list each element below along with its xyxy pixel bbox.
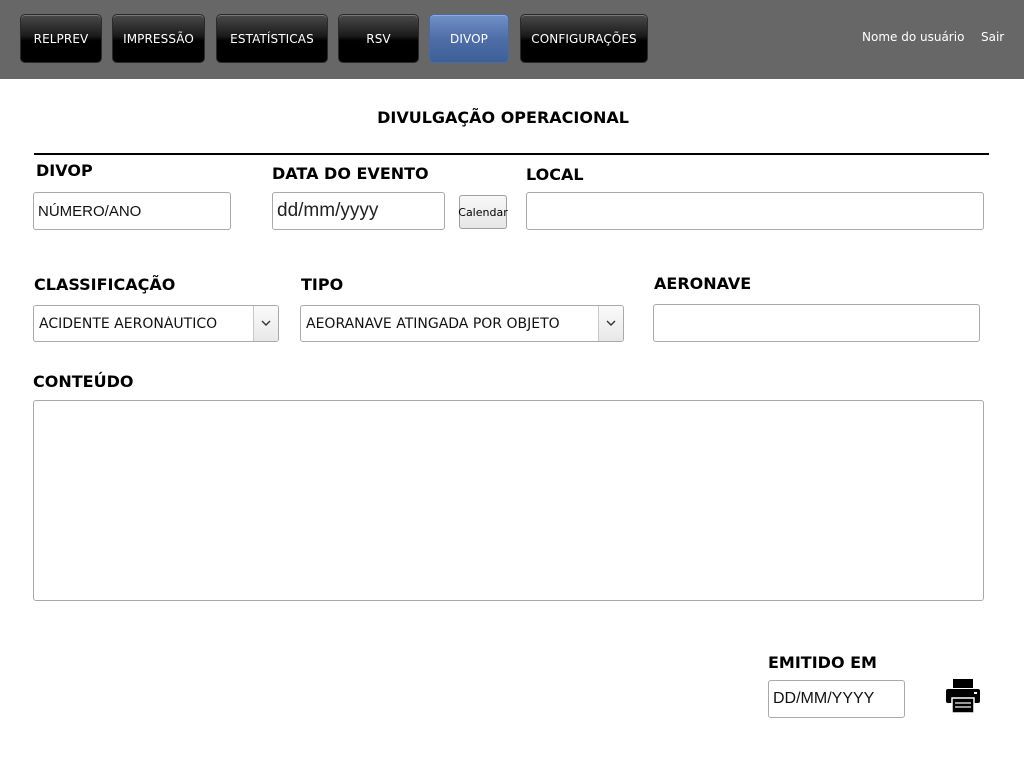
chevron-down-icon: [253, 306, 278, 341]
nav-tab-impressao[interactable]: IMPRESSÃO: [112, 14, 205, 63]
content-label: CONTEÚDO: [33, 372, 134, 391]
aircraft-field[interactable]: [653, 304, 980, 342]
nav-tab-rsv[interactable]: RSV: [338, 14, 419, 63]
content-textarea[interactable]: [33, 400, 984, 601]
top-navigation-bar: RELPREV IMPRESSÃO ESTATÍSTICAS RSV DIVOP…: [0, 0, 1024, 79]
local-label: LOCAL: [526, 165, 584, 184]
divop-label: DIVOP: [36, 161, 93, 180]
printer-icon[interactable]: [944, 677, 982, 715]
nav-tab-configuracoes[interactable]: CONFIGURAÇÕES: [520, 14, 648, 63]
logout-link[interactable]: Sair: [981, 30, 1004, 44]
type-select[interactable]: AEORANAVE ATINGADA POR OBJETO: [300, 305, 624, 342]
nav-tab-divop[interactable]: DIVOP: [429, 14, 509, 63]
classification-select[interactable]: ACIDENTE AERONÁUTICO: [33, 305, 279, 342]
divop-number-field[interactable]: NÚMERO/ANO: [33, 192, 231, 230]
event-date-label: DATA DO EVENTO: [272, 164, 429, 183]
classification-selected-value: ACIDENTE AERONÁUTICO: [39, 315, 218, 332]
issued-date-field[interactable]: DD/MM/YYYY: [768, 680, 905, 718]
event-date-field[interactable]: dd/mm/yyyy: [272, 192, 445, 230]
classification-label: CLASSIFICAÇÃO: [34, 275, 176, 294]
calendar-button[interactable]: Calendar: [458, 195, 508, 229]
title-divider: [34, 153, 989, 155]
user-name-link[interactable]: Nome do usuário: [862, 30, 964, 44]
page-title: DIVULGAÇÃO OPERACIONAL: [377, 108, 629, 127]
type-selected-value: AEORANAVE ATINGADA POR OBJETO: [306, 315, 560, 332]
nav-tab-estatisticas[interactable]: ESTATÍSTICAS: [216, 14, 328, 63]
nav-tab-relprev[interactable]: RELPREV: [20, 14, 102, 63]
type-label: TIPO: [301, 275, 344, 294]
chevron-down-icon: [598, 306, 623, 341]
local-field[interactable]: [526, 192, 984, 230]
issued-label: EMITIDO EM: [768, 653, 877, 672]
aircraft-label: AERONAVE: [654, 274, 752, 293]
